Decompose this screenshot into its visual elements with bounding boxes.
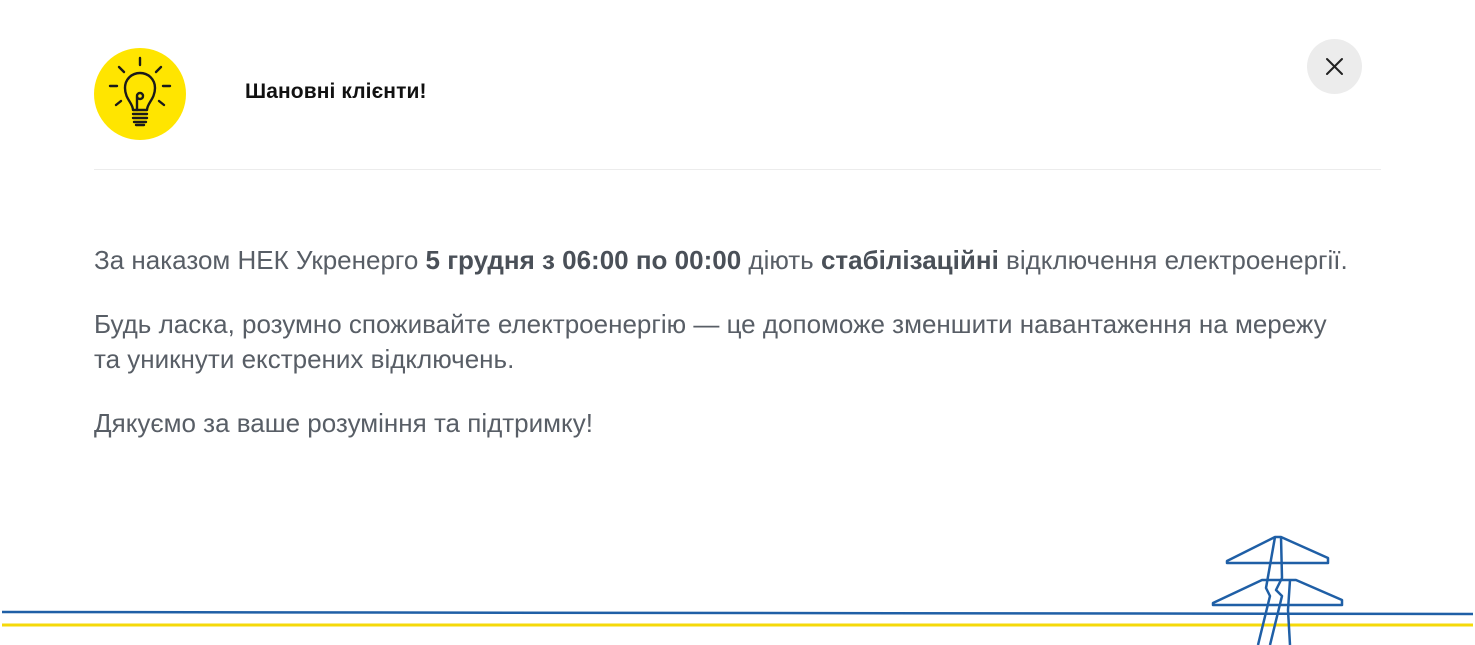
close-button[interactable] xyxy=(1307,39,1362,94)
dialog-title: Шановні клієнти! xyxy=(245,80,427,103)
close-icon xyxy=(1326,58,1343,75)
footer-decoration xyxy=(1,535,1474,645)
power-pylon-icon xyxy=(1211,535,1344,645)
message-text: діють xyxy=(741,245,821,275)
message-text: За наказом НЕК Укренерго xyxy=(94,245,426,275)
message-text: відключення електроенергії. xyxy=(998,245,1348,275)
message-paragraph-3: Дякуємо за ваше розуміння та підтримку! xyxy=(94,408,593,438)
message-paragraph-1: За наказом НЕК Укренерго 5 грудня з 06:0… xyxy=(94,243,1354,278)
lightbulb-icon xyxy=(94,48,186,140)
outage-date-time: 5 грудня з 06:00 по 00:00 xyxy=(425,245,742,275)
message-paragraph-2: Будь ласка, розумно споживайте електроен… xyxy=(94,309,1327,374)
notice-modal: Шановні клієнти! За наказом НЕК Укренерг… xyxy=(0,0,1475,645)
message-body: За наказом НЕК Укренерго 5 грудня з 06:0… xyxy=(94,243,1354,470)
outage-type: стабілізаційні xyxy=(820,245,999,275)
header-divider xyxy=(94,169,1381,170)
